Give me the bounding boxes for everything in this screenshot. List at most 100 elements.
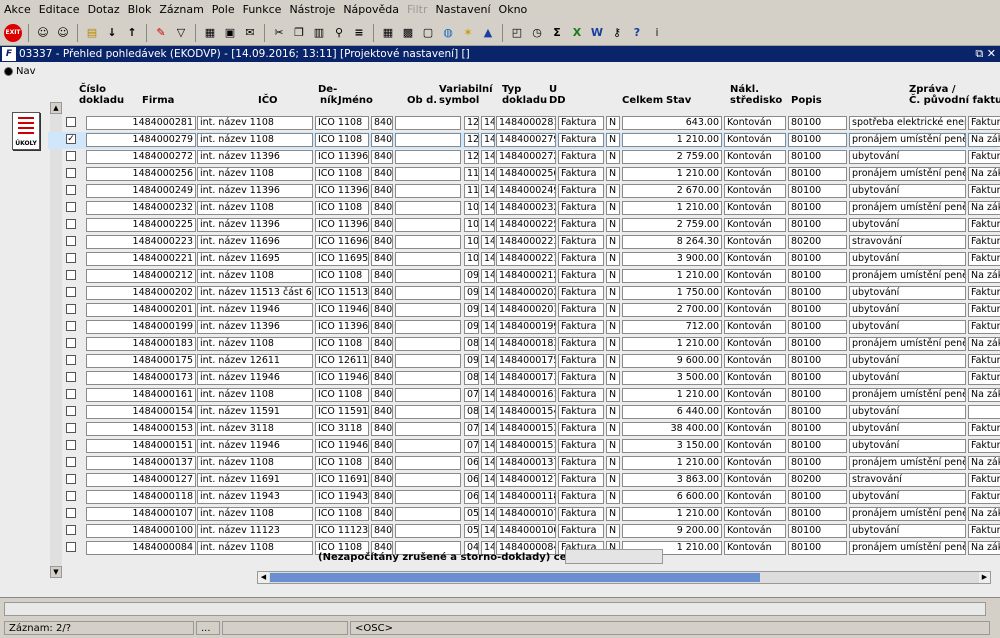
cell-obd[interactable]: 11 — [464, 167, 479, 181]
cell-stav[interactable]: Kontován — [724, 456, 786, 470]
cell-ico[interactable]: IČO 1108 — [315, 507, 369, 521]
cell-celkem[interactable]: 3 900.00 — [622, 252, 722, 266]
cell-jmeno[interactable] — [395, 167, 461, 181]
cell-ico[interactable]: IČO 11513 — [315, 286, 369, 300]
cell-vs[interactable]: 1484000137 — [496, 456, 556, 470]
cell-jmeno[interactable] — [395, 507, 461, 521]
scroll-down-icon[interactable]: ▼ — [50, 566, 62, 578]
cell-ico[interactable]: IČO 1108 — [315, 201, 369, 215]
cell-ico[interactable]: IČO 1108 — [315, 388, 369, 402]
cell-firma[interactable]: int. název 11396 — [197, 218, 313, 232]
cell-udd[interactable]: N — [606, 269, 620, 283]
cell-celkem[interactable]: 3 500.00 — [622, 371, 722, 385]
cell-stav[interactable]: Kontován — [724, 218, 786, 232]
cell-cislo[interactable]: 1484000249 — [86, 184, 196, 198]
table-row[interactable]: 1484000221 int. název 11695 IČO 11695 840 10… — [48, 251, 1000, 268]
cell-ico[interactable]: IČO 11946 — [315, 439, 369, 453]
cell-typ[interactable]: Faktura — [558, 235, 604, 249]
row-checkbox[interactable] — [66, 389, 76, 399]
menu-10[interactable]: Nastavení — [431, 0, 494, 20]
copy-icon[interactable]: ❐ — [291, 25, 307, 41]
cell-firma[interactable]: int. název 11943 — [197, 490, 313, 504]
cell-rok[interactable]: 14 — [481, 235, 495, 249]
cell-rok[interactable]: 14 — [481, 422, 495, 436]
menu-1[interactable]: Editace — [35, 0, 84, 20]
cell-ico[interactable]: IČO 11946 — [315, 303, 369, 317]
cell-udd[interactable]: N — [606, 201, 620, 215]
row-checkbox[interactable]: ✓ — [66, 134, 76, 144]
cell-celkem[interactable]: 2 670.00 — [622, 184, 722, 198]
cell-nakl[interactable]: 80100 — [788, 507, 847, 521]
table-row[interactable]: ✓ 1484000279 int. název 1108 IČO 1108 840 12 1… — [48, 132, 1000, 149]
cell-vs[interactable]: 1484000249 — [496, 184, 556, 198]
cell-zprava[interactable]: Na základě smlouvy — [968, 456, 1000, 470]
cell-popis[interactable]: stravování — [849, 473, 966, 487]
cell-zprava[interactable]: Na základě smlouvy — [968, 337, 1000, 351]
cell-nakl[interactable]: 80100 — [788, 439, 847, 453]
cell-zprava[interactable]: Fakturujeme Vám n — [968, 422, 1000, 436]
cell-jmeno[interactable] — [395, 252, 461, 266]
clock-icon[interactable]: ◷ — [529, 25, 545, 41]
cell-celkem[interactable]: 9 200.00 — [622, 524, 722, 538]
cell-obd[interactable]: 09 — [464, 303, 479, 317]
cell-jmeno[interactable] — [395, 116, 461, 130]
cell-celkem[interactable]: 1 210.00 — [622, 133, 722, 147]
cell-vs[interactable]: 1484000183 — [496, 337, 556, 351]
cell-typ[interactable]: Faktura — [558, 286, 604, 300]
cell-stav[interactable]: Kontován — [724, 439, 786, 453]
cell-denik[interactable]: 840 — [371, 184, 393, 198]
cell-obd[interactable]: 07 — [464, 422, 479, 436]
cell-rok[interactable]: 14 — [481, 150, 495, 164]
table-row[interactable]: 1484000202 int. název 11513 část 61 IČO 11… — [48, 285, 1000, 302]
cell-popis[interactable]: ubytování — [849, 150, 966, 164]
cell-cislo[interactable]: 1484000175 — [86, 354, 196, 368]
wrench-icon[interactable]: ✎ — [153, 25, 169, 41]
cell-firma[interactable]: int. název 11396 — [197, 184, 313, 198]
cell-typ[interactable]: Faktura — [558, 405, 604, 419]
cell-vs[interactable]: 1484000161 — [496, 388, 556, 402]
cell-udd[interactable]: N — [606, 286, 620, 300]
cell-obd[interactable]: 06 — [464, 473, 479, 487]
cell-ico[interactable]: IČO 11396 — [315, 150, 369, 164]
cell-ico[interactable]: IČO 11696 — [315, 235, 369, 249]
menu-8[interactable]: Nápověda — [339, 0, 403, 20]
table-row[interactable]: 1484000161 int. název 1108 IČO 1108 840 07 14… — [48, 387, 1000, 404]
cell-jmeno[interactable] — [395, 456, 461, 470]
table-row[interactable]: 1484000232 int. název 1108 IČO 1108 840 10 14… — [48, 200, 1000, 217]
cell-typ[interactable]: Faktura — [558, 507, 604, 521]
cell-stav[interactable]: Kontován — [724, 320, 786, 334]
cell-obd[interactable]: 08 — [464, 371, 479, 385]
cell-stav[interactable]: Kontován — [724, 405, 786, 419]
cell-denik[interactable]: 840 — [371, 320, 393, 334]
cell-rok[interactable]: 14 — [481, 354, 495, 368]
cell-firma[interactable]: int. název 1108 — [197, 133, 313, 147]
cell-firma[interactable]: int. název 11696 — [197, 235, 313, 249]
cell-popis[interactable]: ubytování — [849, 371, 966, 385]
nav-radio[interactable]: Nav — [4, 66, 36, 77]
cell-udd[interactable]: N — [606, 303, 620, 317]
cell-jmeno[interactable] — [395, 524, 461, 538]
cell-zprava[interactable] — [968, 405, 1000, 419]
cell-popis[interactable]: ubytování — [849, 524, 966, 538]
cell-zprava[interactable]: Fakturujeme Vám n — [968, 490, 1000, 504]
cell-nakl[interactable]: 80100 — [788, 201, 847, 215]
cell-nakl[interactable]: 80100 — [788, 354, 847, 368]
cell-zprava[interactable]: Fakturujeme Vám n — [968, 218, 1000, 232]
cell-stav[interactable]: Kontován — [724, 337, 786, 351]
cell-firma[interactable]: int. název 11691 — [197, 473, 313, 487]
cell-stav[interactable]: Kontován — [724, 201, 786, 215]
cell-denik[interactable]: 840 — [371, 269, 393, 283]
cell-jmeno[interactable] — [395, 490, 461, 504]
cell-zprava[interactable]: Fakturujeme Vám n — [968, 184, 1000, 198]
cell-nakl[interactable]: 80100 — [788, 133, 847, 147]
cell-jmeno[interactable] — [395, 388, 461, 402]
filter-icon[interactable]: ▽ — [173, 25, 189, 41]
scroll-left-icon[interactable]: ◀ — [258, 572, 269, 583]
cell-cislo[interactable]: 1484000154 — [86, 405, 196, 419]
cell-vs[interactable]: 1484000212 — [496, 269, 556, 283]
cell-stav[interactable]: Kontován — [724, 167, 786, 181]
cell-obd[interactable]: 06 — [464, 456, 479, 470]
paste-icon[interactable]: ▥ — [311, 25, 327, 41]
cell-celkem[interactable]: 6 440.00 — [622, 405, 722, 419]
cell-celkem[interactable]: 712.00 — [622, 320, 722, 334]
